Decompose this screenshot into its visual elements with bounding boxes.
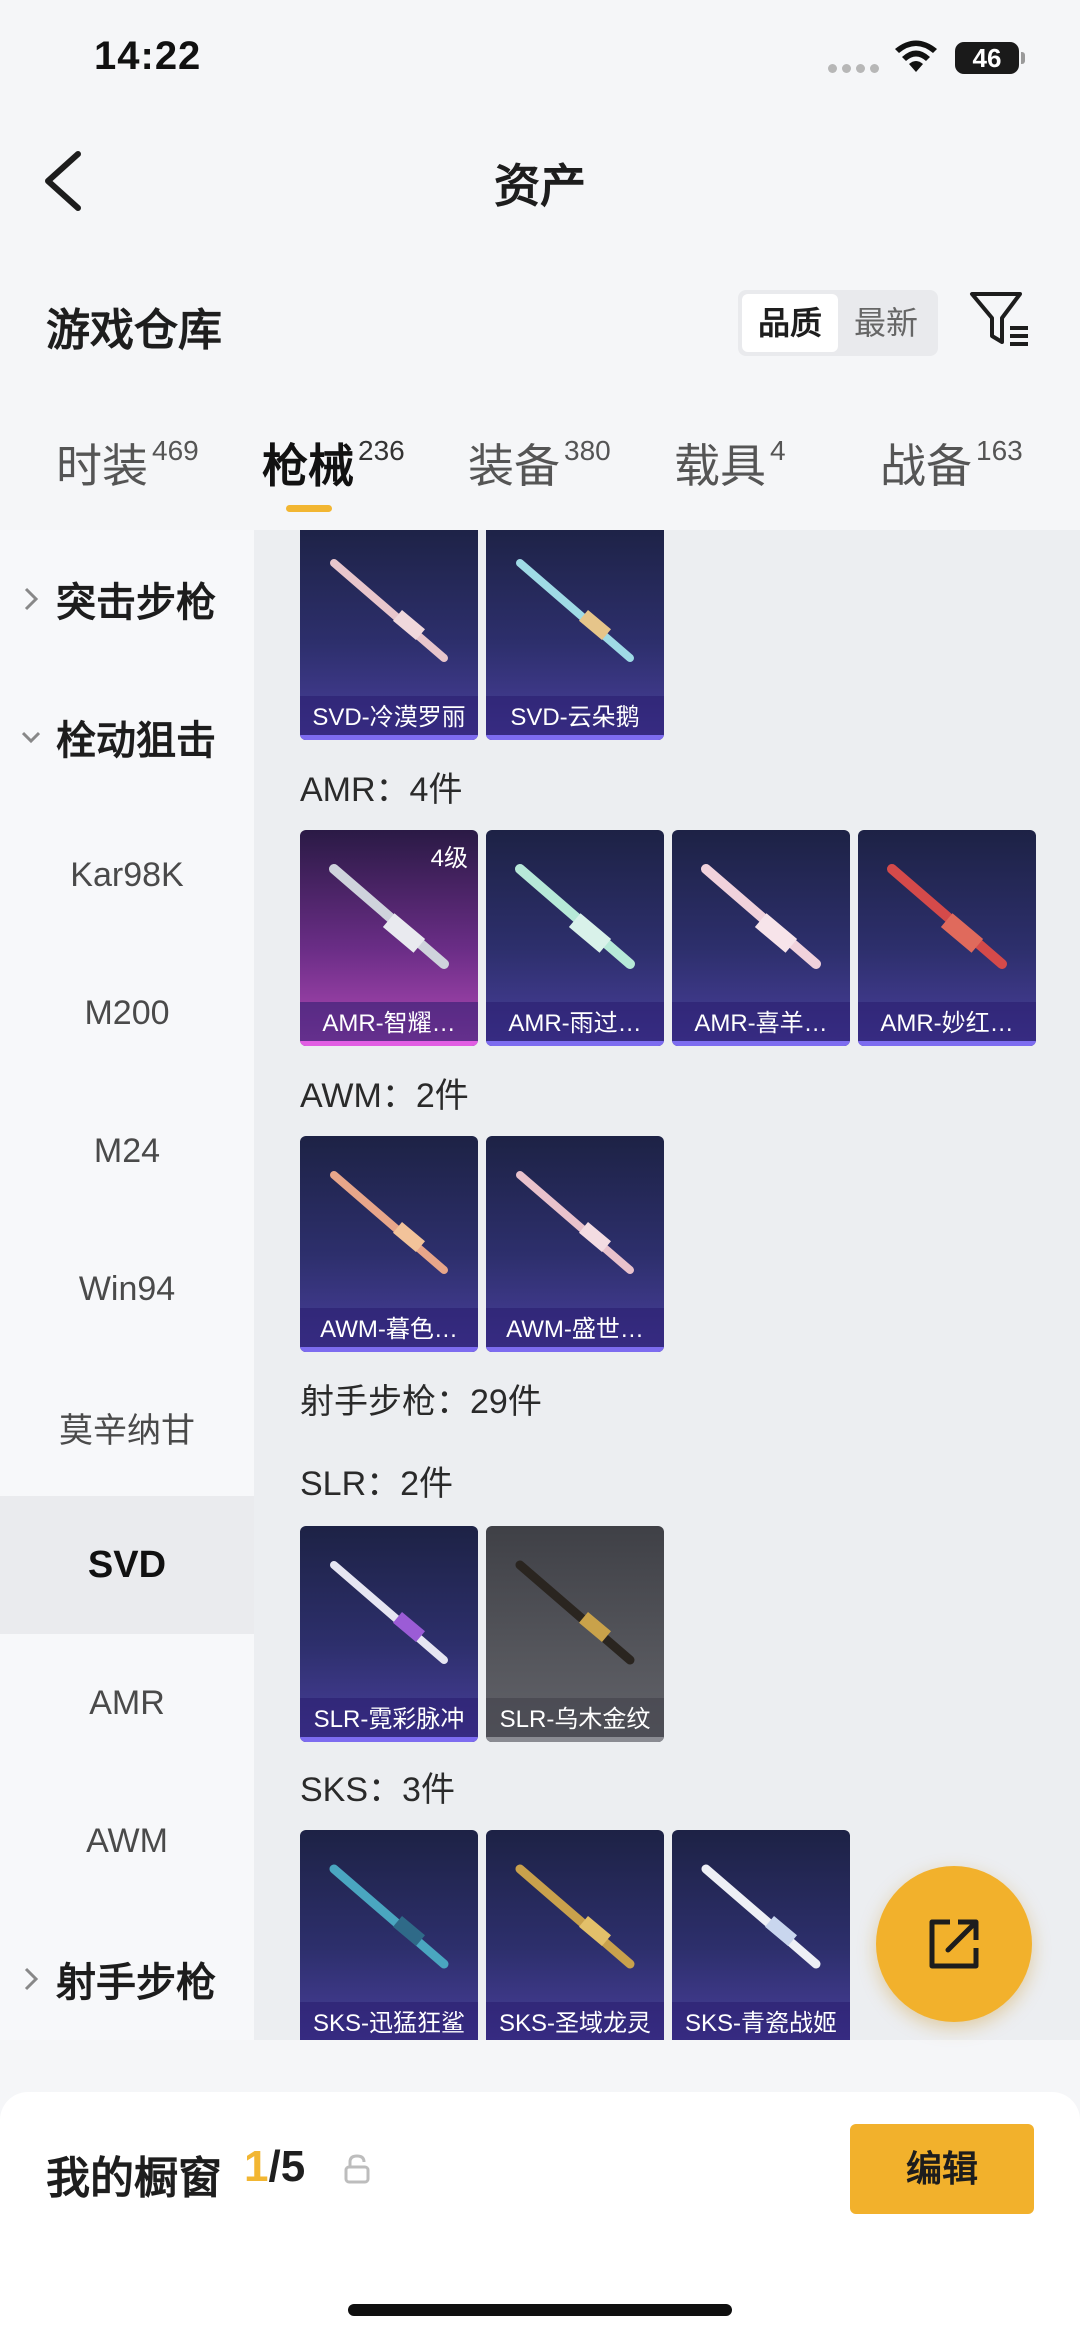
group-label-awm: AWM：2件 [300, 1077, 469, 1115]
rifle-icon [330, 1171, 448, 1274]
rifle-icon [329, 864, 449, 969]
status-bar: 14:22 46 [0, 0, 1080, 120]
rifle-icon [515, 1864, 635, 1969]
showcase-bar: 我的橱窗 1/5 编辑 [0, 2092, 1080, 2339]
weapon-name: SKS-青瓷战姬 [672, 2002, 850, 2040]
weapon-name: SVD-冷漠罗丽 [300, 696, 478, 740]
rifle-icon [330, 559, 448, 662]
rifle-icon [516, 559, 634, 662]
share-button[interactable] [876, 1866, 1032, 2022]
weapon-card[interactable]: SVD-冷漠罗丽 [300, 530, 478, 740]
tab-fashion[interactable]: 时装 469 [56, 430, 199, 496]
share-icon [929, 1919, 979, 1969]
category-sidebar: 突击步枪 栓动狙击 Kar98K M200 M24 Win94 莫辛纳甘 SVD… [0, 530, 254, 2040]
lock-icon [344, 2154, 370, 2184]
weapon-name: SLR-乌木金纹 [486, 1698, 664, 1742]
weapon-name: SKS-迅猛狂鲨 [300, 2002, 478, 2040]
status-time: 14:22 [94, 34, 202, 78]
filter-icon[interactable] [968, 288, 1030, 350]
tab-weapons[interactable]: 枪械 236 [262, 430, 405, 496]
weapon-card[interactable]: SKS-青瓷战姬 [672, 1830, 850, 2040]
sort-latest[interactable]: 最新 [838, 294, 934, 352]
rifle-icon [330, 1561, 448, 1664]
weapon-card[interactable]: AMR-喜羊… [672, 830, 850, 1046]
weapon-card[interactable]: SKS-迅猛狂鲨 [300, 1830, 478, 2040]
sidebar-item-awm[interactable]: AWM [0, 1772, 254, 1910]
weapon-name: AMR-妙红… [858, 1002, 1036, 1046]
sidebar-item-mosin[interactable]: 莫辛纳甘 [0, 1358, 254, 1496]
sidebar-item-kar98k[interactable]: Kar98K [0, 806, 254, 944]
weapon-card[interactable]: SLR-霓彩脉冲 [300, 1526, 478, 1742]
battery-icon: 46 [955, 42, 1025, 74]
signal-icon [828, 64, 879, 73]
page-title: 资产 [494, 160, 586, 212]
sidebar-item-svd[interactable]: SVD [0, 1496, 254, 1634]
weapon-card[interactable]: AMR-雨过… [486, 830, 664, 1046]
sidebar-item-m200[interactable]: M200 [0, 944, 254, 1082]
weapon-card[interactable]: SKS-圣域龙灵 [486, 1830, 664, 2040]
rifle-icon [516, 1171, 634, 1274]
group-label-sks: SKS：3件 [300, 1771, 455, 1809]
rifle-icon [887, 864, 1007, 969]
edit-button[interactable]: 编辑 [850, 2124, 1034, 2214]
chevron-down-icon [22, 731, 40, 744]
wifi-icon [895, 40, 937, 72]
weapon-card[interactable]: 4级 AMR-智耀… [300, 830, 478, 1046]
rifle-icon [329, 1864, 449, 1969]
showcase-count: 1/5 [244, 2142, 306, 2191]
sidebar-group-assault-rifle[interactable]: 突击步枪 [0, 530, 254, 668]
tab-vehicles[interactable]: 载具 4 [674, 430, 786, 496]
rifle-icon [701, 864, 821, 969]
showcase-title: 我的橱窗 [46, 2154, 222, 2203]
sidebar-group-marksman[interactable]: 射手步枪 [0, 1910, 254, 2048]
weapon-name: AWM-暮色… [300, 1308, 478, 1352]
weapon-name: SVD-云朵鹅 [486, 696, 664, 740]
weapon-name: AMR-雨过… [486, 1002, 664, 1046]
sidebar-item-amr[interactable]: AMR [0, 1634, 254, 1772]
weapon-name: AWM-盛世… [486, 1308, 664, 1352]
weapon-name: SKS-圣域龙灵 [486, 2002, 664, 2040]
weapon-card[interactable]: AWM-盛世… [486, 1136, 664, 1352]
home-indicator [348, 2304, 732, 2316]
weapon-name: SLR-霓彩脉冲 [300, 1698, 478, 1742]
weapon-card[interactable]: AWM-暮色… [300, 1136, 478, 1352]
weapon-card[interactable]: SLR-乌木金纹 [486, 1526, 664, 1742]
sort-toggle[interactable]: 品质 最新 [738, 290, 938, 356]
rifle-icon [515, 864, 635, 969]
category-tabs: 时装 469 枪械 236 装备 380 载具 4 战备 163 [0, 430, 1080, 530]
weapon-name: AMR-智耀… [300, 1002, 478, 1046]
sidebar-item-win94[interactable]: Win94 [0, 1220, 254, 1358]
tab-supplies[interactable]: 战备 163 [880, 430, 1023, 496]
sidebar-group-bolt-sniper[interactable]: 栓动狙击 [0, 668, 254, 806]
group-label-slr: SLR：2件 [300, 1465, 454, 1503]
rifle-icon [515, 1560, 635, 1665]
weapon-card[interactable]: SVD-云朵鹅 [486, 530, 664, 740]
tab-indicator [286, 505, 332, 512]
weapon-name: AMR-喜羊… [672, 1002, 850, 1046]
group-label-marksman: 射手步枪：29件 [300, 1383, 542, 1421]
sidebar-item-m24[interactable]: M24 [0, 1082, 254, 1220]
sort-quality[interactable]: 品质 [742, 294, 838, 352]
chevron-right-icon [24, 587, 39, 611]
weapon-list: SVD-冷漠罗丽 SVD-云朵鹅 AMR：4件 4级 AMR-智耀… AMR-雨… [254, 530, 1080, 2040]
chevron-right-icon [24, 1967, 39, 1991]
section-title: 游戏仓库 [46, 306, 222, 355]
group-label-amr: AMR：4件 [300, 771, 463, 809]
rifle-icon [701, 1864, 821, 1969]
weapon-card[interactable]: AMR-妙红… [858, 830, 1036, 1046]
tab-equipment[interactable]: 装备 380 [468, 430, 611, 496]
